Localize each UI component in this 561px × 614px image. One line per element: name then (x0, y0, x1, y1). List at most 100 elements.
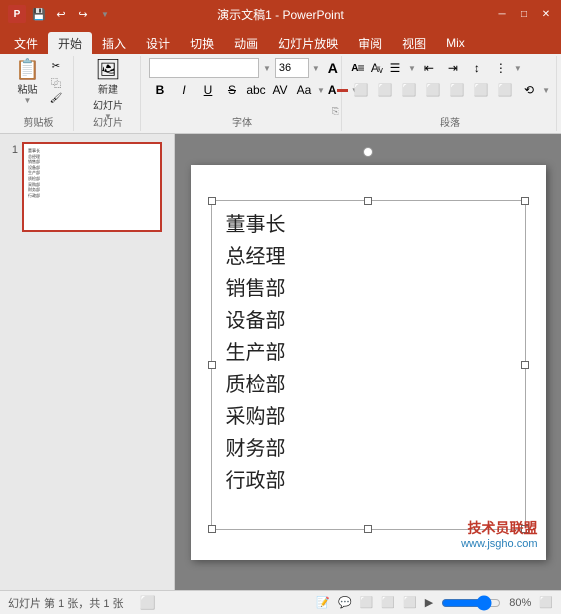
italic-button[interactable]: I (173, 80, 195, 100)
columns-dropdown-icon[interactable]: ▼ (514, 64, 522, 73)
new-slide-icon: 🖼 (95, 60, 120, 80)
fit-window-button[interactable]: ⬜ (539, 596, 553, 609)
view-normal-button[interactable]: ⬜ (360, 596, 374, 609)
zoom-level: 80% (509, 597, 531, 609)
numbered-list-button[interactable]: ☰ (384, 58, 406, 78)
resize-handle-mr[interactable] (521, 361, 529, 369)
slide-text-line: 生产部 (226, 337, 511, 369)
maximize-button[interactable]: □ (517, 7, 531, 21)
char-spacing-button[interactable]: AV (269, 80, 291, 100)
font-group: ▼ ▼ A A Aᵥ B I U S abc AV Aa ▼ A ▼ (143, 56, 342, 131)
slide-thumbnail-1[interactable]: 1 董事长总经理销售部 设备部生产部质检部 采购部财务部行政部 (4, 142, 170, 232)
format-painter-button[interactable]: 🖌 (46, 92, 66, 105)
align-center-button[interactable]: ⬜ (374, 80, 396, 100)
align-justify-button[interactable]: ⬜ (422, 80, 444, 100)
align-top-button[interactable]: ⬜ (446, 80, 468, 100)
tab-review[interactable]: 审阅 (348, 32, 392, 54)
slide-canvas: 董事长总经理销售部设备部生产部质检部采购部财务部行政部 技术员联盟 www.js… (191, 165, 546, 560)
zoom-slider[interactable] (441, 596, 501, 610)
tab-home[interactable]: 开始 (48, 32, 92, 54)
tab-design[interactable]: 设计 (136, 32, 180, 54)
font-label: 字体 (143, 114, 341, 129)
slide-text-line: 设备部 (226, 305, 511, 337)
cut-button[interactable]: ✂ (46, 60, 66, 73)
comments-button[interactable]: 💬 (338, 596, 352, 609)
resize-handle-tr[interactable] (521, 197, 529, 205)
text-box-container[interactable]: 董事长总经理销售部设备部生产部质检部采购部财务部行政部 (211, 200, 526, 530)
slide-number-1: 1 (4, 144, 18, 156)
thumb-content-1: 董事长总经理销售部 设备部生产部质检部 采购部财务部行政部 (24, 144, 160, 202)
view-slideshow-button[interactable]: ▶ (425, 596, 433, 609)
title-bar: P 💾 ↩ ↪ ▼ 演示文稿1 - PowerPoint ─ □ ✕ (0, 0, 561, 28)
rotate-handle[interactable] (363, 147, 373, 157)
notes-button[interactable]: 📝 (316, 596, 330, 609)
strikethrough-button[interactable]: S (221, 80, 243, 100)
main-area: 1 董事长总经理销售部 设备部生产部质检部 采购部财务部行政部 (0, 134, 561, 590)
status-bar: 幻灯片 第 1 张，共 1 张 ⬜ 📝 💬 ⬜ ⬜ ⬜ ▶ 80% ⬜ (0, 590, 561, 614)
undo-icon[interactable]: ↩ (52, 5, 70, 23)
underline-button[interactable]: U (197, 80, 219, 100)
increase-font-button[interactable]: A (323, 58, 343, 78)
tab-insert[interactable]: 插入 (92, 32, 136, 54)
tab-mix[interactable]: Mix (436, 32, 475, 54)
view-slide-sorter-button[interactable]: ⬜ (381, 596, 395, 609)
slide-thumb-img-1: 董事长总经理销售部 设备部生产部质检部 采购部财务部行政部 (22, 142, 162, 232)
tab-transitions[interactable]: 切换 (180, 32, 224, 54)
title-bar-left: P 💾 ↩ ↪ ▼ (8, 5, 114, 23)
font-size-input[interactable] (275, 58, 309, 78)
font-name-input[interactable] (149, 58, 259, 78)
ribbon-toolbar: 📋 粘贴 ▼ ✂ ⿻ 🖌 剪贴板 (0, 54, 561, 134)
font-name-dropdown-icon[interactable]: ▼ (263, 64, 271, 73)
watermark-line2: www.jsgho.com (461, 538, 537, 550)
tab-file[interactable]: 文件 (4, 32, 48, 54)
bullet-dropdown-icon[interactable]: ▼ (374, 64, 382, 73)
slide-text-line: 销售部 (226, 273, 511, 305)
slides-panel: 1 董事长总经理销售部 设备部生产部质检部 采购部财务部行政部 (0, 134, 175, 590)
bullet-list-button[interactable]: ≡ (350, 58, 372, 78)
increase-indent-button[interactable]: ⇥ (442, 58, 464, 78)
tab-animations[interactable]: 动画 (224, 32, 268, 54)
resize-handle-bl[interactable] (208, 525, 216, 533)
resize-handle-ml[interactable] (208, 361, 216, 369)
accessibility-icon[interactable]: ⬜ (140, 595, 156, 611)
change-case-button[interactable]: Aa (293, 80, 315, 100)
paragraph-group: ≡ ▼ ☰ ▼ ⇤ ⇥ ↕ ⋮ ▼ ⬜ ⬜ ⬜ ⬜ ⬜ ⬜ ⬜ ⟲ ▼ (344, 56, 557, 131)
align-middle-button[interactable]: ⬜ (470, 80, 492, 100)
align-right-button[interactable]: ⬜ (398, 80, 420, 100)
view-reading-button[interactable]: ⬜ (403, 596, 417, 609)
paste-dropdown-icon: ▼ (24, 96, 32, 105)
tab-slideshow[interactable]: 幻灯片放映 (268, 32, 348, 54)
text-shadow-button[interactable]: abc (245, 80, 267, 100)
pp-logo-icon: P (8, 5, 26, 23)
tab-view[interactable]: 视图 (392, 32, 436, 54)
font-group-expand-icon[interactable]: ⎘ (332, 106, 339, 117)
slide-status-info: 幻灯片 第 1 张，共 1 张 (8, 595, 124, 611)
decrease-indent-button[interactable]: ⇤ (418, 58, 440, 78)
redo-icon[interactable]: ↪ (74, 5, 92, 23)
smartart-dropdown-icon[interactable]: ▼ (542, 86, 550, 95)
bold-button[interactable]: B (149, 80, 171, 100)
save-icon[interactable]: 💾 (30, 5, 48, 23)
text-direction-button[interactable]: ↕ (466, 58, 488, 78)
canvas-area: 董事长总经理销售部设备部生产部质检部采购部财务部行政部 技术员联盟 www.js… (175, 134, 561, 590)
clipboard-group: 📋 粘贴 ▼ ✂ ⿻ 🖌 剪贴板 (4, 56, 74, 131)
resize-handle-bm[interactable] (364, 525, 372, 533)
close-button[interactable]: ✕ (539, 7, 553, 21)
change-case-dropdown-icon[interactable]: ▼ (317, 86, 325, 95)
resize-handle-tm[interactable] (364, 197, 372, 205)
minimize-button[interactable]: ─ (495, 7, 509, 21)
slide-text-content: 董事长总经理销售部设备部生产部质检部采购部财务部行政部 (212, 201, 525, 505)
resize-handle-tl[interactable] (208, 197, 216, 205)
smartart-convert-button[interactable]: ⟲ (518, 80, 540, 100)
copy-button[interactable]: ⿻ (46, 74, 66, 91)
font-size-dropdown-icon[interactable]: ▼ (312, 64, 320, 73)
align-left-button[interactable]: ⬜ (350, 80, 372, 100)
quick-access-dropdown-icon[interactable]: ▼ (96, 5, 114, 23)
columns-button[interactable]: ⋮ (490, 58, 512, 78)
cut-icon: ✂ (52, 61, 60, 72)
paste-button[interactable]: 📋 粘贴 ▼ (11, 58, 44, 107)
status-right: 📝 💬 ⬜ ⬜ ⬜ ▶ 80% ⬜ (316, 596, 553, 610)
slide-text-line: 董事长 (226, 209, 511, 241)
align-bottom-button[interactable]: ⬜ (494, 80, 516, 100)
numbered-dropdown-icon[interactable]: ▼ (408, 64, 416, 73)
